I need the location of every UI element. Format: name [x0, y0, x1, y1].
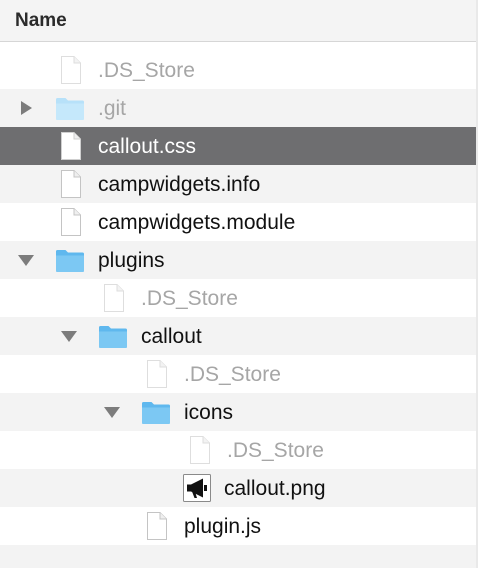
folder-icon: [141, 397, 171, 427]
file-row-callout-png[interactable]: callout.png: [0, 469, 478, 507]
document-icon: [99, 283, 129, 313]
file-row-ds-store[interactable]: .DS_Store: [0, 355, 478, 393]
folder-icon: [98, 321, 128, 351]
file-row-ds-store[interactable]: .DS_Store: [0, 279, 478, 317]
finder-list-view: Name .DS_Store .git callout.css campwidg…: [0, 0, 478, 568]
folder-row-icons[interactable]: icons: [0, 393, 478, 431]
file-row-plugin-js[interactable]: plugin.js: [0, 507, 478, 545]
folder-row-git[interactable]: .git: [0, 89, 478, 127]
file-name: campwidgets.module: [98, 211, 296, 234]
document-icon: [56, 131, 86, 161]
document-icon: [185, 435, 215, 465]
disclosure-triangle-collapsed[interactable]: [18, 101, 34, 115]
file-row-ds-store[interactable]: .DS_Store: [0, 51, 478, 89]
empty-row: [0, 545, 478, 568]
file-name: .DS_Store: [141, 287, 238, 310]
disclosure-triangle-expanded[interactable]: [18, 253, 34, 267]
disclosure-triangle-expanded[interactable]: [61, 329, 77, 343]
name-column-header[interactable]: Name: [15, 10, 67, 32]
file-row-campwidgets-module[interactable]: campwidgets.module: [0, 203, 478, 241]
document-icon: [56, 55, 86, 85]
file-name: callout.css: [98, 135, 197, 158]
file-name: plugin.js: [184, 515, 262, 538]
folder-row-callout[interactable]: callout: [0, 317, 478, 355]
document-icon: [56, 207, 86, 237]
folder-name: callout: [141, 325, 202, 348]
document-icon: [142, 511, 172, 541]
folder-row-plugins[interactable]: plugins: [0, 241, 478, 279]
disclosure-triangle-expanded[interactable]: [104, 405, 120, 419]
folder-icon: [55, 245, 85, 275]
file-name: .DS_Store: [98, 59, 195, 82]
document-icon: [56, 169, 86, 199]
file-name: callout.png: [224, 477, 326, 500]
file-name: .DS_Store: [227, 439, 324, 462]
folder-icon: [55, 93, 85, 123]
document-icon: [142, 359, 172, 389]
folder-name: .git: [98, 97, 127, 120]
file-name: campwidgets.info: [98, 173, 261, 196]
folder-name: icons: [184, 401, 234, 424]
folder-name: plugins: [98, 249, 165, 272]
file-row-ds-store[interactable]: .DS_Store: [0, 431, 478, 469]
file-row-campwidgets-info[interactable]: campwidgets.info: [0, 165, 478, 203]
file-row-callout-css[interactable]: callout.css: [0, 127, 478, 165]
column-header[interactable]: Name: [0, 0, 478, 42]
megaphone-icon: [183, 474, 211, 502]
file-name: .DS_Store: [184, 363, 281, 386]
